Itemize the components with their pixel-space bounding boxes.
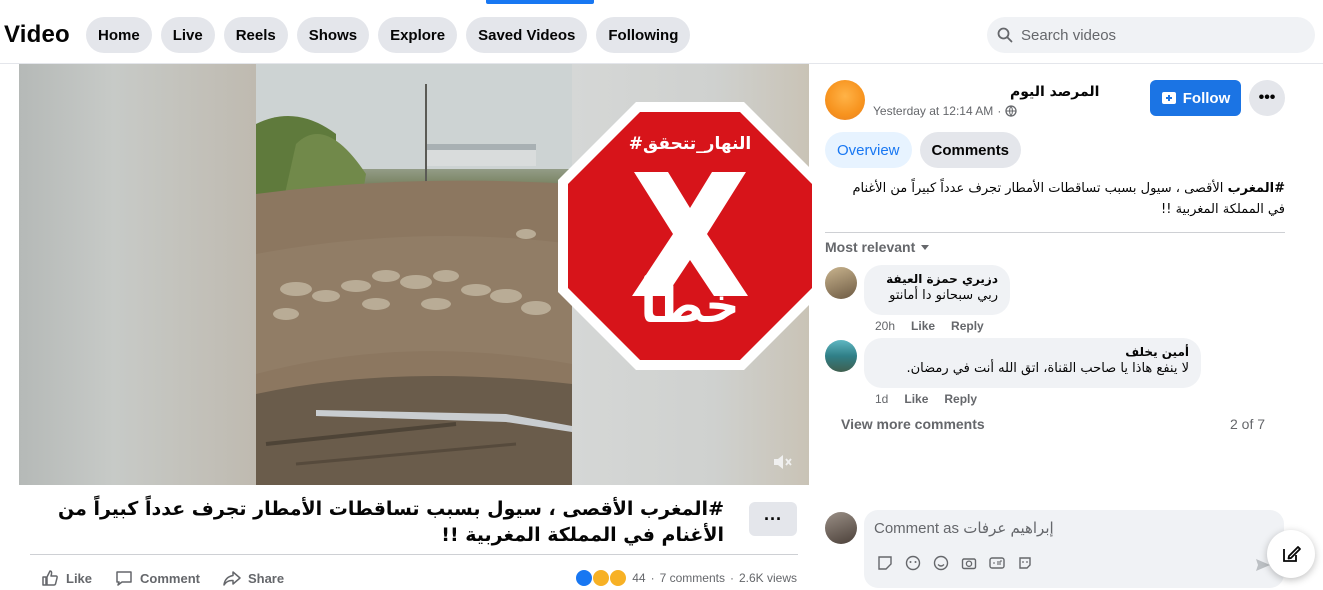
description-text: الأقصى ، سيول بسبب تساقطات الأمطار تجرف … bbox=[852, 181, 1285, 217]
comment-label: Comment bbox=[140, 570, 200, 586]
timestamp-text[interactable]: Yesterday at 12:14 AM bbox=[873, 104, 993, 118]
post-timestamp: Yesterday at 12:14 AM · bbox=[873, 104, 1017, 118]
sticker-icon[interactable] bbox=[876, 554, 894, 572]
post-description: #المغرب الأقصى ، سيول بسبب تساقطات الأمط… bbox=[840, 178, 1285, 220]
globe-icon bbox=[1005, 105, 1017, 117]
separator: · bbox=[650, 571, 655, 585]
comment-bubble: أمين يخلف لا ينفع هاذا يا صاحب القناة، ا… bbox=[864, 338, 1201, 388]
comment-count[interactable]: 7 comments bbox=[660, 571, 725, 585]
haha-reaction-icon bbox=[609, 569, 628, 587]
commenter-name[interactable]: دزيري حمزة العيفة bbox=[876, 272, 998, 286]
post-stats: 44 · 7 comments · 2.6K views bbox=[575, 569, 797, 587]
follow-button[interactable]: Follow bbox=[1150, 80, 1241, 116]
view-count: 2.6K views bbox=[738, 571, 797, 585]
comment-icon bbox=[116, 571, 132, 586]
page-more-button[interactable]: ••• bbox=[1249, 80, 1285, 116]
commenter-avatar[interactable] bbox=[825, 340, 857, 372]
composer-tools bbox=[876, 554, 1034, 572]
thumbs-up-icon bbox=[42, 570, 58, 586]
page-avatar[interactable] bbox=[825, 80, 865, 120]
comment-reply-button[interactable]: Reply bbox=[951, 319, 984, 333]
view-more-comments-link[interactable]: View more comments bbox=[841, 416, 985, 432]
nav-live[interactable]: Live bbox=[160, 17, 215, 53]
separator: · bbox=[729, 571, 734, 585]
divider bbox=[30, 554, 798, 555]
stamp-verdict: خطأ bbox=[640, 278, 740, 334]
caret-down-icon bbox=[921, 245, 930, 250]
commenter-name[interactable]: أمين يخلف bbox=[876, 345, 1189, 359]
gif-icon[interactable] bbox=[988, 554, 1006, 572]
active-tab-indicator bbox=[486, 0, 594, 4]
sort-label: Most relevant bbox=[825, 239, 916, 255]
comment-like-button[interactable]: Like bbox=[904, 392, 928, 406]
new-message-button[interactable] bbox=[1267, 530, 1315, 578]
video-nav: Home Live Reels Shows Explore Saved Vide… bbox=[86, 17, 691, 53]
nav-explore[interactable]: Explore bbox=[378, 17, 458, 53]
video-frame bbox=[256, 64, 572, 485]
comment-page-count: 2 of 7 bbox=[1230, 416, 1266, 432]
add-page-icon bbox=[1161, 92, 1176, 104]
sad-reaction-icon bbox=[592, 569, 611, 587]
like-button[interactable]: Like bbox=[40, 568, 92, 588]
comment-meta: 20h Like Reply bbox=[875, 319, 984, 333]
separator: · bbox=[997, 104, 1002, 118]
fact-check-stamp: #النهار_تتحقق خطأ bbox=[556, 100, 824, 372]
current-user-avatar[interactable] bbox=[825, 512, 857, 544]
commenter-avatar[interactable] bbox=[825, 267, 857, 299]
search-input[interactable] bbox=[1021, 26, 1291, 44]
top-bar: Video Home Live Reels Shows Explore Save… bbox=[0, 0, 1323, 64]
nav-saved-videos[interactable]: Saved Videos bbox=[466, 17, 588, 53]
comment-button[interactable]: Comment bbox=[114, 568, 200, 588]
follow-label: Follow bbox=[1182, 89, 1231, 107]
nav-following[interactable]: Following bbox=[596, 17, 691, 53]
comment-meta: 1d Like Reply bbox=[875, 392, 977, 406]
avatar-sticker-icon[interactable] bbox=[904, 554, 922, 572]
page-title: Video bbox=[4, 21, 70, 48]
video-blur-left bbox=[19, 64, 256, 485]
like-reaction-icon bbox=[575, 569, 594, 587]
share-button[interactable]: Share bbox=[222, 568, 284, 588]
search-box[interactable] bbox=[987, 17, 1315, 53]
sticker-pack-icon[interactable] bbox=[1016, 554, 1034, 572]
tab-overview[interactable]: Overview bbox=[825, 132, 912, 168]
post-more-button[interactable]: ··· bbox=[749, 502, 797, 536]
panel-tabs: Overview Comments bbox=[825, 132, 1022, 168]
comment-text: ربي سبحانو دا أمانتو bbox=[889, 288, 998, 303]
nav-shows[interactable]: Shows bbox=[296, 17, 370, 53]
nav-reels[interactable]: Reels bbox=[223, 17, 288, 53]
comment-composer bbox=[864, 510, 1284, 588]
video-caption: #المغرب الأقصى ، سيول بسبب تساقطات الأمط… bbox=[57, 498, 724, 546]
comment-time[interactable]: 20h bbox=[875, 319, 895, 333]
comment-bubble: دزيري حمزة العيفة ربي سبحانو دا أمانتو bbox=[864, 265, 1010, 315]
comment-input[interactable] bbox=[874, 520, 1254, 537]
share-icon bbox=[223, 571, 241, 586]
camera-icon[interactable] bbox=[960, 554, 978, 572]
video-page: Video Home Live Reels Shows Explore Save… bbox=[0, 0, 1323, 590]
page-name[interactable]: المرصد اليوم bbox=[1010, 84, 1099, 100]
divider bbox=[825, 232, 1285, 233]
stamp-hashtag: #النهار_تتحقق bbox=[628, 134, 752, 154]
share-label: Share bbox=[247, 570, 285, 586]
reaction-count[interactable]: 44 bbox=[632, 571, 645, 585]
mute-icon[interactable] bbox=[771, 451, 793, 473]
post-actions: Like Comment Share bbox=[40, 568, 284, 588]
comment-sort[interactable]: Most relevant bbox=[825, 239, 931, 255]
comment-reply-button[interactable]: Reply bbox=[944, 392, 977, 406]
comment-text: لا ينفع هاذا يا صاحب القناة، اتق الله أن… bbox=[906, 361, 1189, 376]
nav-home[interactable]: Home bbox=[86, 17, 152, 53]
emoji-icon[interactable] bbox=[932, 554, 950, 572]
like-label: Like bbox=[66, 570, 93, 586]
comment-like-button[interactable]: Like bbox=[911, 319, 935, 333]
compose-icon bbox=[1283, 546, 1301, 562]
search-icon bbox=[997, 27, 1013, 43]
tab-comments[interactable]: Comments bbox=[919, 132, 1022, 168]
description-hashtag[interactable]: #المغرب bbox=[1228, 181, 1285, 196]
flood-scene-image bbox=[256, 64, 572, 485]
comment-time[interactable]: 1d bbox=[875, 392, 888, 406]
